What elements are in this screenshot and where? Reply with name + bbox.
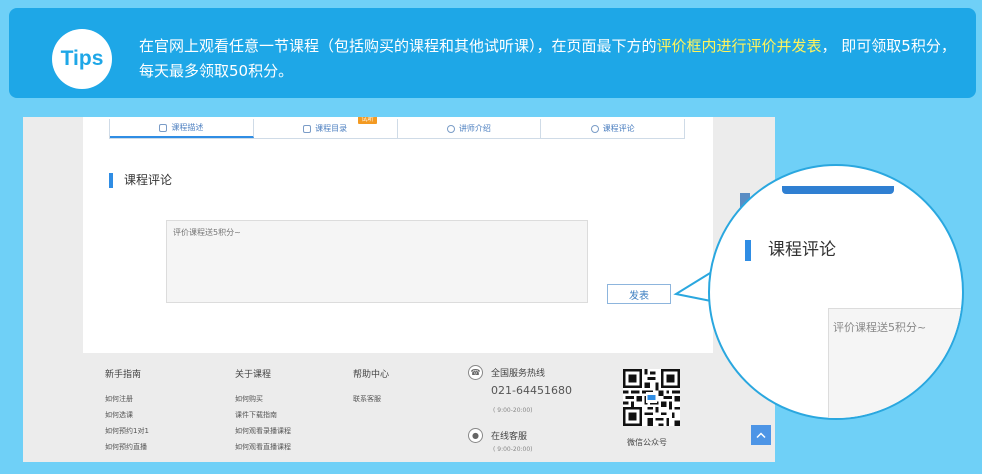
- phone-icon: ☎: [468, 365, 483, 380]
- tips-text-before: 在官网上观看任意一节课程（包括购买的课程和其他试听课），在页面最下方的: [139, 37, 657, 55]
- user-icon: [446, 124, 455, 133]
- submit-comment-button[interactable]: 发表: [607, 284, 671, 304]
- tab-course-description[interactable]: 课程描述: [110, 119, 254, 138]
- footer-link[interactable]: 课件下载指南: [235, 407, 291, 423]
- zoom-magnifier: 课程评论 评价课程送5积分~: [708, 164, 964, 420]
- tab-label: 课程描述: [171, 123, 204, 132]
- footer-link[interactable]: 如何观看录播课程: [235, 423, 291, 439]
- tips-text-highlight: 评价框内进行评价并发表: [656, 37, 822, 55]
- course-page-screenshot: 课程描述 课程目录 试听 讲师介绍 课程评论 课程评论 发表 新手指南 如何注册: [23, 117, 775, 462]
- tab-course-comments[interactable]: 课程评论: [541, 119, 684, 138]
- tips-text: 在官网上观看任意一节课程（包括购买的课程和其他试听课），在页面最下方的评价框内进…: [139, 34, 959, 84]
- site-footer: 新手指南 如何注册 如何选课 如何预约1对1 如何预约直播 关于课程 如何购买 …: [23, 353, 775, 462]
- comment-icon: [590, 124, 599, 133]
- hotline-label: 全国服务热线: [491, 369, 546, 379]
- footer-link[interactable]: 如何购买: [235, 391, 291, 407]
- online-service-hours: ( 9:00-20:00): [493, 446, 533, 453]
- course-content-panel: 课程描述 课程目录 试听 讲师介绍 课程评论 课程评论 发表: [83, 117, 713, 353]
- tips-badge: Tips: [52, 29, 112, 89]
- footer-column-help: 帮助中心 联系客服: [353, 367, 389, 407]
- wechat-qr-code: [623, 369, 680, 426]
- zoomed-section-title: 课程评论: [745, 240, 836, 261]
- tab-label: 课程目录: [315, 124, 348, 133]
- footer-link[interactable]: 联系客服: [353, 391, 389, 407]
- wechat-label: 微信公众号: [627, 438, 667, 447]
- footer-link[interactable]: 如何预约直播: [105, 439, 149, 455]
- zoomed-comment-input: 评价课程送5积分~: [828, 308, 962, 418]
- trial-badge: 试听: [358, 117, 377, 124]
- tips-banner: Tips 在官网上观看任意一节课程（包括购买的课程和其他试听课），在页面最下方的…: [9, 8, 976, 98]
- chat-icon[interactable]: ●: [468, 428, 483, 443]
- footer-link[interactable]: 如何观看直播课程: [235, 439, 291, 455]
- zoomed-tab-indicator: [782, 186, 894, 194]
- tab-label: 讲师介绍: [458, 124, 491, 133]
- footer-column-title: 新手指南: [105, 370, 142, 380]
- footer-column-title: 帮助中心: [353, 370, 390, 380]
- document-icon: [159, 123, 168, 132]
- back-to-top-button[interactable]: [751, 425, 771, 445]
- hotline-number: 021-64451680: [491, 384, 572, 397]
- tab-course-catalog[interactable]: 课程目录 试听: [254, 117, 398, 138]
- footer-link[interactable]: 如何选课: [105, 407, 149, 423]
- catalog-icon: [303, 124, 312, 133]
- footer-column-title: 关于课程: [235, 370, 272, 380]
- section-title: 课程评论: [109, 173, 172, 188]
- chevron-up-icon: [756, 432, 766, 439]
- hotline-hours: ( 9:00-20:00): [493, 407, 533, 414]
- tab-instructor[interactable]: 讲师介绍: [398, 119, 542, 138]
- comment-input[interactable]: [166, 220, 588, 303]
- course-tabs: 课程描述 课程目录 试听 讲师介绍 课程评论: [109, 117, 685, 139]
- footer-column-guide: 新手指南 如何注册 如何选课 如何预约1对1 如何预约直播: [105, 367, 149, 455]
- footer-link[interactable]: 如何注册: [105, 391, 149, 407]
- footer-column-courses: 关于课程 如何购买 课件下载指南 如何观看录播课程 如何观看直播课程: [235, 367, 291, 455]
- tab-label: 课程评论: [602, 124, 635, 133]
- online-service-label[interactable]: 在线客服: [491, 429, 527, 442]
- footer-link[interactable]: 如何预约1对1: [105, 423, 149, 439]
